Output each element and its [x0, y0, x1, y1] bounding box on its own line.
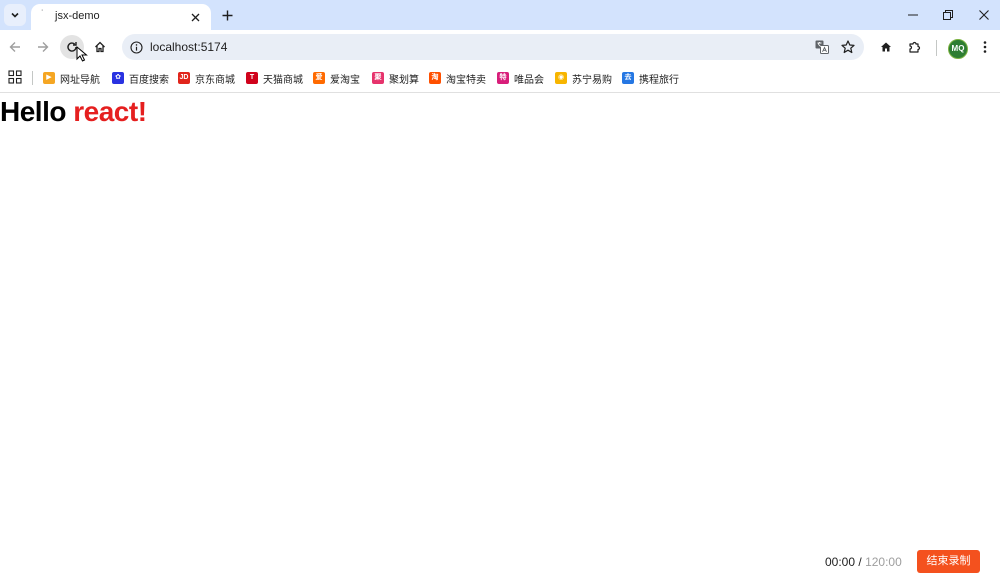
loading-favicon-icon: ˙ — [41, 9, 45, 20]
browser-menu-button[interactable] — [973, 35, 997, 59]
jd-icon: JD — [178, 72, 190, 84]
taobao-sale-icon: 淘 — [429, 72, 441, 84]
profile-avatar[interactable]: MQ — [948, 39, 968, 59]
bookmark-label: 京东商城 — [195, 74, 235, 86]
tab-active[interactable]: ˙ jsx-demo — [31, 4, 211, 30]
baidu-paw-icon: ✿ — [112, 72, 124, 84]
url-text[interactable]: localhost:5174 — [150, 40, 227, 54]
ai-taobao-icon: 爱 — [313, 72, 325, 84]
timer-elapsed: 00:00 — [825, 555, 856, 569]
window-close-button[interactable] — [966, 0, 1000, 30]
bookmark-item[interactable]: 去携程旅行 — [622, 70, 679, 86]
bookmark-label: 淘宝特卖 — [446, 74, 486, 86]
address-bar[interactable]: localhost:5174 — [122, 34, 864, 60]
new-tab-button[interactable] — [218, 6, 236, 24]
stop-recording-button[interactable]: 结束录制 — [917, 550, 980, 573]
restore-icon — [943, 10, 953, 20]
bookmark-label: 爱淘宝 — [330, 74, 360, 86]
arrow-right-icon — [38, 42, 49, 52]
juhuasuan-icon: 聚 — [372, 72, 384, 84]
bookmark-item[interactable]: 爱爱淘宝 — [313, 70, 360, 86]
bookmark-item[interactable]: 特唯品会 — [497, 70, 544, 86]
bookmark-item[interactable]: 聚聚划算 — [372, 70, 419, 86]
home-filled-icon — [881, 42, 891, 52]
home-shortcut-button[interactable] — [874, 35, 898, 59]
hao123-icon: ▶ — [43, 72, 55, 84]
home-button[interactable] — [88, 35, 112, 59]
recording-timer: 00:00 / 120:00 — [825, 555, 902, 569]
bookmark-item[interactable]: ◉ 苏宁易购 — [555, 70, 612, 86]
bookmark-star-icon[interactable] — [840, 39, 856, 55]
bookmarks-bar: ▶ 网址导航 ✿ 百度搜索 JD 京东商城 T 天猫商城爱爱淘宝聚聚划算淘淘宝特卖特唯品会 ◉ 苏… — [0, 64, 1000, 93]
tab-title: jsx-demo — [55, 10, 100, 22]
bookmark-item[interactable]: ✿ 百度搜索 — [112, 70, 169, 86]
ctrip-icon: 去 — [622, 72, 634, 84]
translate-icon[interactable] — [814, 39, 830, 55]
bookmark-label: 天猫商城 — [263, 74, 303, 86]
mouse-pointer-icon — [76, 46, 88, 62]
site-info-icon[interactable] — [128, 39, 144, 55]
heading-react: react! — [73, 96, 147, 127]
tab-strip: ˙ jsx-demo — [0, 0, 1000, 30]
bookmark-item[interactable]: ▶ 网址导航 — [43, 70, 100, 86]
minimize-icon — [908, 14, 918, 16]
more-vertical-icon — [983, 41, 987, 53]
extensions-button[interactable] — [903, 35, 927, 59]
bookmark-item[interactable]: JD 京东商城 — [178, 70, 235, 86]
home-icon — [95, 41, 105, 53]
back-button[interactable] — [3, 35, 27, 59]
puzzle-icon — [909, 41, 921, 53]
timer-separator: / — [858, 555, 862, 569]
suning-icon: ◉ — [555, 72, 567, 84]
bookmarks-divider — [32, 71, 33, 85]
page-heading: Hello react! — [0, 96, 147, 128]
minimize-button[interactable] — [895, 0, 931, 30]
apps-grid-icon[interactable] — [8, 70, 22, 84]
arrow-left-icon — [9, 42, 20, 52]
vip-icon: 特 — [497, 72, 509, 84]
timer-total: 120:00 — [865, 555, 902, 569]
bookmark-item[interactable]: T 天猫商城 — [246, 70, 303, 86]
tab-close-button[interactable] — [187, 9, 203, 25]
heading-hello: Hello — [0, 96, 66, 127]
forward-button[interactable] — [31, 35, 55, 59]
toolbar-divider — [936, 40, 937, 56]
close-icon — [191, 13, 199, 21]
restore-button[interactable] — [930, 0, 966, 30]
bookmark-label: 唯品会 — [514, 74, 544, 86]
tab-search-button[interactable] — [4, 4, 26, 26]
bookmark-item[interactable]: 淘淘宝特卖 — [429, 70, 486, 86]
bookmark-label: 苏宁易购 — [572, 74, 612, 86]
bookmark-label: 百度搜索 — [129, 74, 169, 86]
browser-toolbar: localhost:5174 — [0, 30, 1000, 64]
bookmark-label: 携程旅行 — [639, 74, 679, 86]
plus-icon — [222, 10, 232, 20]
close-icon — [979, 10, 989, 20]
bookmark-label: 聚划算 — [389, 74, 419, 86]
chevron-down-icon — [11, 12, 19, 18]
bookmark-label: 网址导航 — [60, 74, 100, 86]
tmall-icon: T — [246, 72, 258, 84]
